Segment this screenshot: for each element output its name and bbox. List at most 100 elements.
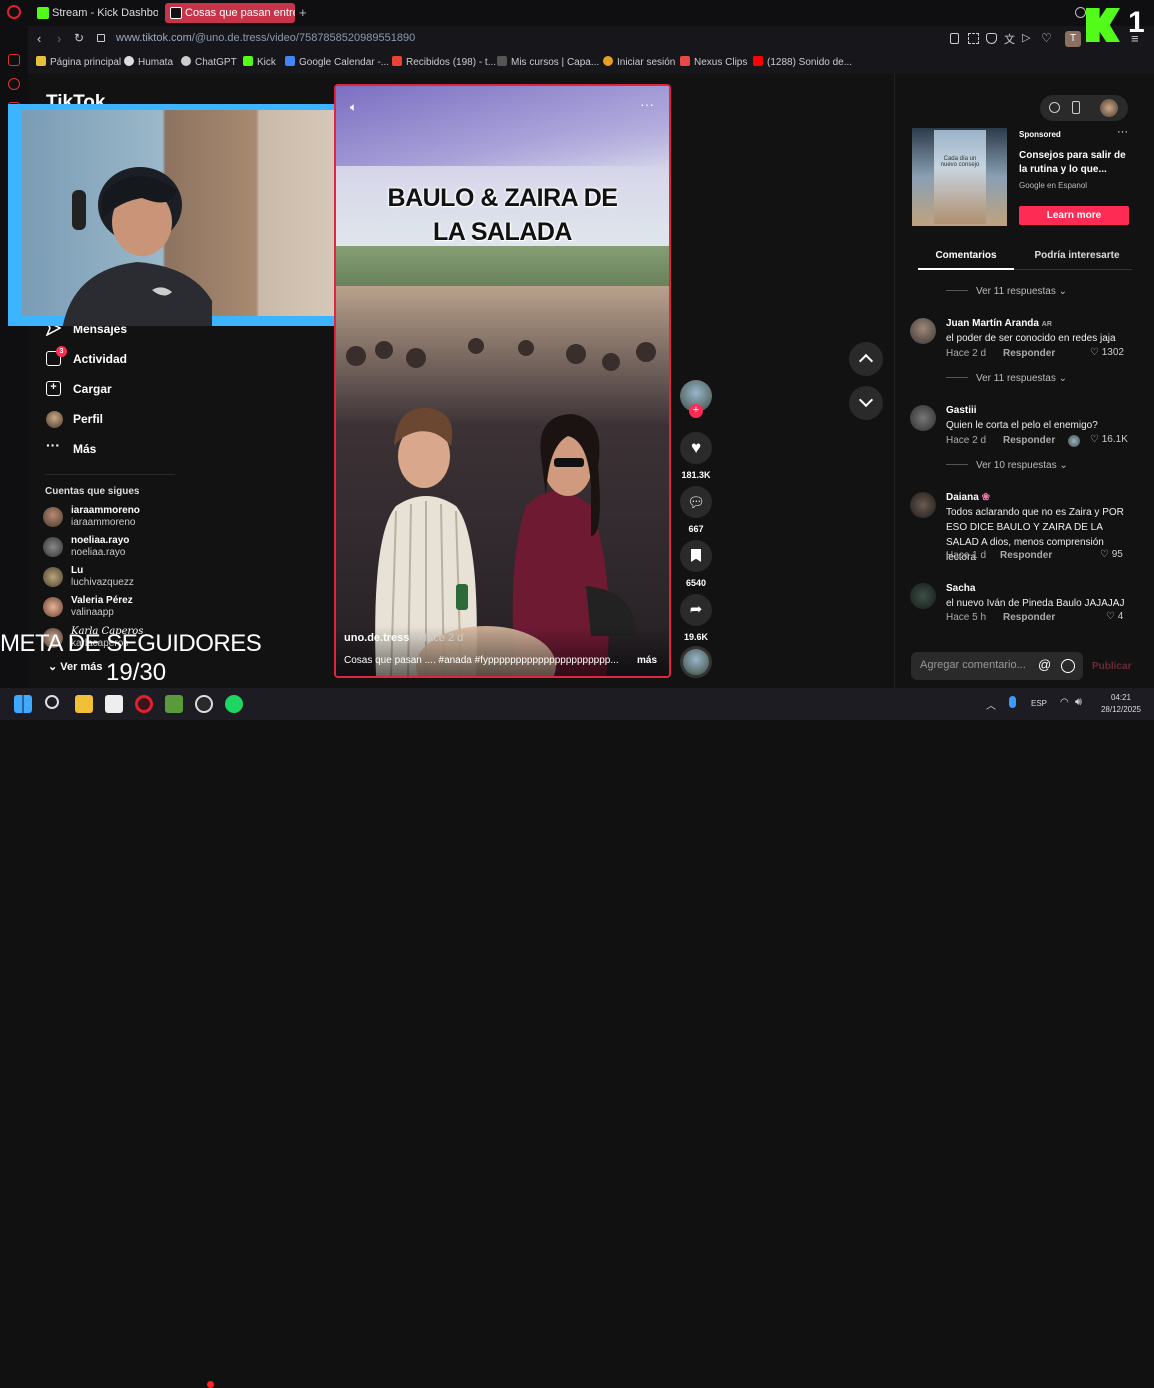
device-icon[interactable] [1072,101,1080,114]
video-author[interactable]: uno.de.tress [344,632,409,644]
obs-icon[interactable] [195,695,213,713]
history-icon[interactable] [8,78,20,90]
ad-more-icon[interactable]: ··· [1117,126,1128,138]
avatar[interactable] [910,405,936,431]
notification-badge: 3 [56,346,67,357]
store-icon[interactable] [105,695,123,713]
profile-avatar[interactable]: T [1065,31,1081,47]
heart-outline-icon: ♡ [1090,434,1099,445]
comment-author[interactable]: Gastiii [946,405,977,416]
new-tab-button[interactable]: + [299,5,307,20]
tray-chevron-icon[interactable]: ︿ [986,697,996,712]
caption-more-link[interactable]: más [637,655,657,666]
reply-button[interactable]: Responder [1000,550,1052,561]
shield-icon[interactable] [986,33,997,44]
heart-icon[interactable]: ♡ [1041,31,1052,45]
comment-author[interactable]: Sacha [946,583,975,594]
tab-kick-dashboard[interactable]: Stream - Kick Dashboard [32,3,158,23]
bookmark-item[interactable]: Iniciar sesión [603,56,675,68]
bookmark-item[interactable]: Nexus Clips [680,56,747,68]
opera-taskbar-icon[interactable] [135,695,153,713]
like-action[interactable]: ♥ 181.3K [680,432,712,480]
comment-action[interactable]: 💬︎ 667 [680,486,712,534]
chevron-up-icon [858,353,874,369]
messenger-icon[interactable] [8,54,20,66]
avatar[interactable] [1100,99,1118,117]
ad-thumbnail[interactable]: Cada día un nuevo consejo [912,128,1007,226]
microphone-icon[interactable] [1009,696,1016,708]
tab-tiktok-video[interactable]: Cosas que pasan entre Ba [165,3,295,23]
comment-author[interactable]: Juan Martín Aranda AR [946,318,1052,329]
compass-icon[interactable] [1049,102,1060,113]
reply-button[interactable]: Responder [1003,348,1055,359]
reply-button[interactable]: Responder [1003,435,1055,446]
view-replies-link[interactable]: Ver 10 respuestas ⌄ [946,460,1068,471]
tab-comments[interactable]: Comentarios [918,250,1014,270]
volume-tray-icon[interactable]: 🔊︎ [1075,696,1082,709]
back-icon[interactable]: ‹ [37,31,41,46]
clock[interactable]: 04:21 28/12/2025 [1096,692,1146,716]
windows-start-icon[interactable] [14,695,32,713]
bookmark-item[interactable]: Humata [124,56,173,68]
comment-input[interactable]: Agregar comentario... [920,659,1026,671]
view-replies-link[interactable]: Ver 11 respuestas ⌄ [946,286,1067,297]
learn-more-button[interactable]: Learn more [1019,206,1129,225]
view-replies-link[interactable]: Ver 11 respuestas ⌄ [946,373,1067,384]
bookmark-item[interactable]: Recibidos (198) - t... [392,56,496,68]
save-action[interactable]: 6540 [680,540,712,588]
tab-might-like[interactable]: Podría interesarte [1022,250,1132,270]
see-more-link[interactable]: ⌄ Ver más [48,660,102,673]
wifi-icon[interactable]: ◠ [1060,697,1069,708]
opera-logo-icon[interactable] [7,5,21,19]
language-indicator[interactable]: ESP [1031,699,1047,708]
comment-like[interactable]: ♡ 16.1K [1090,434,1128,445]
file-explorer-icon[interactable] [75,695,93,713]
comment-like[interactable]: ♡ 1302 [1090,347,1124,358]
author-name: Daiana [946,492,979,503]
url-field[interactable]: www.tiktok.com/@uno.de.tress/video/75878… [116,32,415,44]
search-icon[interactable] [1075,7,1086,18]
previous-video-button[interactable] [849,342,883,376]
search-icon[interactable] [45,695,59,709]
reply-button[interactable]: Responder [1003,612,1055,623]
account-name: Valeria Pérez [71,595,133,606]
snapshot-icon[interactable] [968,33,979,44]
creator-avatar[interactable]: + [680,380,712,418]
share-icon: ➦ [680,594,712,626]
comment-author[interactable]: Daiana ❀ [946,492,990,503]
bookmark-item[interactable]: Mis cursos | Capa... [497,56,599,68]
reload-icon[interactable]: ↻ [74,31,84,45]
avatar[interactable] [910,492,936,518]
video-caption: Cosas que pasan .... #anada #fyppppppppp… [344,655,619,666]
sound-disc[interactable] [680,646,712,678]
avatar[interactable] [910,318,936,344]
bookmark-item[interactable]: Kick [243,56,276,68]
comment-input-box[interactable]: Agregar comentario... @ [911,652,1083,680]
comment-like[interactable]: ♡ 95 [1100,549,1123,560]
bookmark-item[interactable]: Página principal [36,56,121,68]
video-player[interactable]: BAULO & ZAIRA DE LA SALADA 🔈︎ ··· uno.de… [334,84,671,678]
pin-icon[interactable] [950,33,959,44]
share-action[interactable]: ➦ 19.6K [680,594,712,642]
translate-icon[interactable]: 文 [1004,31,1015,47]
minecraft-icon[interactable] [165,695,183,713]
read-aloud-icon[interactable]: ▷ [1022,31,1030,44]
avatar[interactable] [910,583,936,609]
forward-icon[interactable]: › [57,31,61,46]
next-video-button[interactable] [849,386,883,420]
bookmark-item[interactable]: (1288) Sonido de... [753,56,852,68]
ad-title[interactable]: Consejos para salir de la rutina y lo qu… [1019,149,1134,177]
mention-icon[interactable]: @ [1038,657,1051,672]
bookmark-item[interactable]: ChatGPT [181,56,237,68]
follow-plus-icon[interactable]: + [689,404,703,418]
bookmark-item[interactable]: Google Calendar -... [285,56,389,68]
comment-time: Hace 2 d [946,435,987,446]
spotify-icon[interactable] [225,695,243,713]
nexus-icon [680,56,690,66]
publish-button[interactable]: Publicar [1092,661,1131,672]
comment-like[interactable]: ♡ 4 [1106,611,1123,622]
emoji-icon[interactable] [1061,659,1075,673]
volume-icon[interactable]: 🔈︎ [350,100,357,115]
author-flag: AR [1041,321,1052,328]
video-more-icon[interactable]: ··· [640,96,654,112]
